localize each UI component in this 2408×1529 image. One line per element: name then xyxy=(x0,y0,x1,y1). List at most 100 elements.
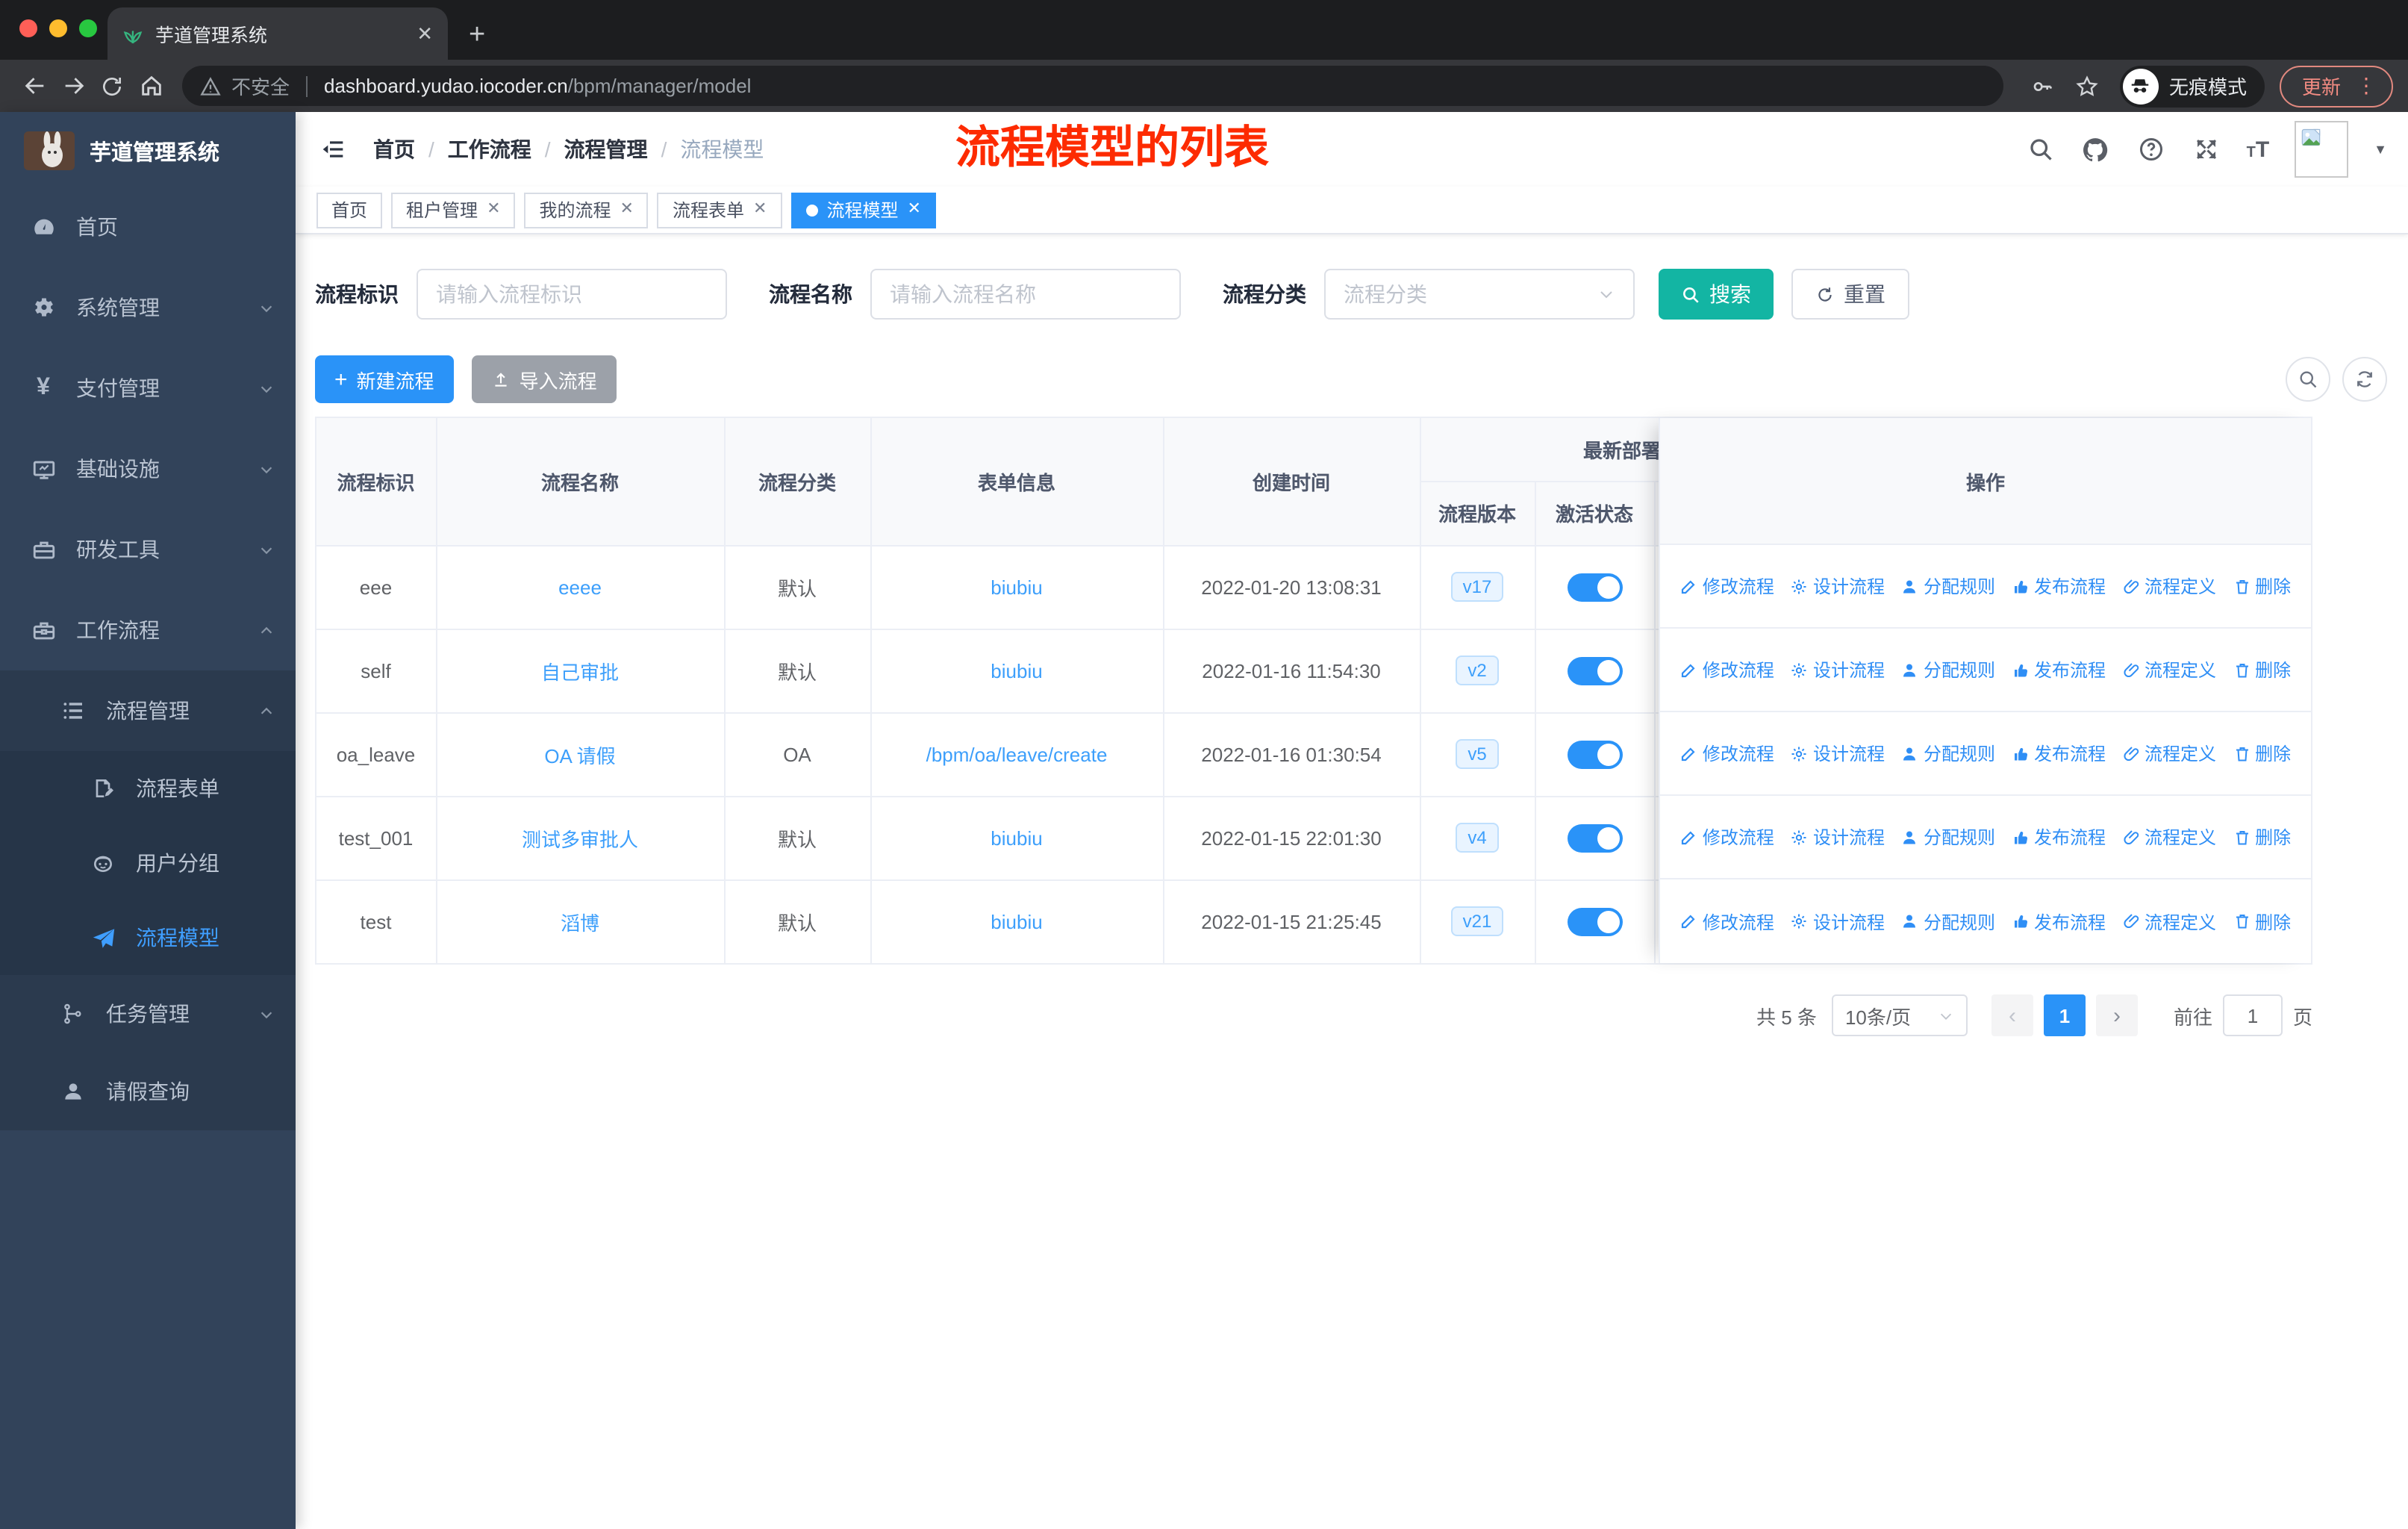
toggle-search-icon[interactable] xyxy=(2286,357,2330,402)
avatar[interactable] xyxy=(2295,121,2349,178)
sidebar-item-infra[interactable]: 基础设施 xyxy=(0,429,296,509)
active-toggle[interactable] xyxy=(1567,823,1622,852)
action-delete-link[interactable]: 删除 xyxy=(2233,657,2291,682)
action-assign-link[interactable]: 分配规则 xyxy=(1901,824,1995,850)
process-id-input[interactable] xyxy=(436,282,708,306)
form-info-link[interactable]: biubiu xyxy=(991,576,1042,598)
minimize-window-button[interactable] xyxy=(49,19,67,37)
process-name-link[interactable]: 测试多审批人 xyxy=(522,828,638,850)
action-definition-link[interactable]: 流程定义 xyxy=(2122,573,2216,599)
bookmark-star-icon[interactable] xyxy=(2069,68,2105,104)
help-icon[interactable] xyxy=(2136,134,2166,164)
active-toggle[interactable] xyxy=(1567,573,1622,601)
sidebar-item-user-group[interactable]: 用户分组 xyxy=(0,826,296,900)
action-design-link[interactable]: 设计流程 xyxy=(1791,909,1885,934)
breadcrumb-process-mgmt[interactable]: 流程管理 xyxy=(564,134,648,164)
sidebar-item-process-form[interactable]: 流程表单 xyxy=(0,751,296,826)
fullscreen-icon[interactable] xyxy=(2192,134,2221,164)
action-edit-link[interactable]: 修改流程 xyxy=(1680,909,1774,934)
sidebar-item-payment[interactable]: ¥ 支付管理 xyxy=(0,348,296,429)
github-icon[interactable] xyxy=(2081,134,2111,164)
action-definition-link[interactable]: 流程定义 xyxy=(2122,909,2216,934)
tag-process-model[interactable]: 流程模型 ✕ xyxy=(790,192,936,228)
refresh-icon[interactable] xyxy=(2342,357,2387,402)
breadcrumb-home[interactable]: 首页 xyxy=(373,134,415,164)
action-publish-link[interactable]: 发布流程 xyxy=(2012,909,2106,934)
action-edit-link[interactable]: 修改流程 xyxy=(1680,741,1774,766)
home-icon[interactable] xyxy=(131,66,170,105)
action-publish-link[interactable]: 发布流程 xyxy=(2012,824,2106,850)
sidebar-item-task-mgmt[interactable]: 任务管理 xyxy=(0,975,296,1053)
process-name-input[interactable] xyxy=(890,282,1161,306)
address-bar[interactable]: 不安全 dashboard.yudao.iocoder.cn/bpm/manag… xyxy=(182,66,2003,106)
form-info-link[interactable]: biubiu xyxy=(991,659,1042,682)
sidebar-collapse-icon[interactable] xyxy=(316,133,349,166)
tag-home[interactable]: 首页 xyxy=(316,192,383,228)
action-delete-link[interactable]: 删除 xyxy=(2233,909,2291,934)
sidebar-item-devtools[interactable]: 研发工具 xyxy=(0,509,296,590)
form-info-link[interactable]: biubiu xyxy=(991,826,1042,849)
tag-process-form[interactable]: 流程表单 ✕ xyxy=(657,192,782,228)
page-number-1[interactable]: 1 xyxy=(2043,994,2086,1036)
action-assign-link[interactable]: 分配规则 xyxy=(1901,573,1995,599)
back-icon[interactable] xyxy=(15,66,54,105)
action-delete-link[interactable]: 删除 xyxy=(2233,824,2291,850)
tag-tenant[interactable]: 租户管理 ✕ xyxy=(391,192,516,228)
breadcrumb-workflow[interactable]: 工作流程 xyxy=(448,134,531,164)
search-icon[interactable] xyxy=(2026,134,2056,164)
action-publish-link[interactable]: 发布流程 xyxy=(2012,657,2106,682)
action-publish-link[interactable]: 发布流程 xyxy=(2012,573,2106,599)
tab-close-icon[interactable]: ✕ xyxy=(417,22,433,46)
sidebar-item-process-mgmt[interactable]: 流程管理 xyxy=(0,670,296,751)
action-design-link[interactable]: 设计流程 xyxy=(1791,573,1885,599)
action-design-link[interactable]: 设计流程 xyxy=(1791,824,1885,850)
sidebar-item-home[interactable]: 首页 xyxy=(0,187,296,267)
form-info-link[interactable]: biubiu xyxy=(991,911,1042,933)
active-toggle[interactable] xyxy=(1567,740,1622,768)
action-delete-link[interactable]: 删除 xyxy=(2233,573,2291,599)
action-edit-link[interactable]: 修改流程 xyxy=(1680,657,1774,682)
tag-close-icon[interactable]: ✕ xyxy=(620,201,634,218)
process-name-link[interactable]: 自己审批 xyxy=(541,661,619,683)
create-process-button[interactable]: + 新建流程 xyxy=(315,355,454,403)
action-definition-link[interactable]: 流程定义 xyxy=(2122,741,2216,766)
tag-my-process[interactable]: 我的流程 ✕ xyxy=(524,192,649,228)
action-definition-link[interactable]: 流程定义 xyxy=(2122,824,2216,850)
active-toggle[interactable] xyxy=(1567,907,1622,936)
tag-close-icon[interactable]: ✕ xyxy=(753,201,767,218)
process-name-link[interactable]: 滔博 xyxy=(561,912,599,935)
forward-icon[interactable] xyxy=(54,66,93,105)
browser-update-button[interactable]: 更新 ⋮ xyxy=(2279,65,2393,107)
goto-page-input[interactable] xyxy=(2222,994,2283,1036)
window-controls[interactable] xyxy=(19,19,97,37)
action-definition-link[interactable]: 流程定义 xyxy=(2122,657,2216,682)
sidebar-item-system[interactable]: 系统管理 xyxy=(0,267,296,348)
action-design-link[interactable]: 设计流程 xyxy=(1791,657,1885,682)
reset-button[interactable]: 重置 xyxy=(1791,269,1909,320)
browser-tab[interactable]: 芋道管理系统 ✕ xyxy=(107,7,448,60)
action-publish-link[interactable]: 发布流程 xyxy=(2012,741,2106,766)
process-name-link[interactable]: OA 请假 xyxy=(544,744,615,767)
avatar-caret-icon[interactable]: ▼ xyxy=(2374,142,2387,157)
reload-icon[interactable] xyxy=(93,66,131,105)
active-toggle[interactable] xyxy=(1567,656,1622,685)
action-assign-link[interactable]: 分配规则 xyxy=(1901,657,1995,682)
new-tab-button[interactable]: + xyxy=(469,21,485,49)
browser-menu-icon[interactable]: ⋮ xyxy=(2356,73,2377,99)
font-size-icon[interactable]: TT xyxy=(2247,137,2270,162)
sidebar-item-leave-query[interactable]: 请假查询 xyxy=(0,1053,296,1130)
action-assign-link[interactable]: 分配规则 xyxy=(1901,741,1995,766)
process-name-link[interactable]: eeee xyxy=(558,576,602,598)
page-size-select[interactable]: 10条/页 xyxy=(1831,994,1968,1036)
tag-close-icon[interactable]: ✕ xyxy=(907,201,920,218)
action-edit-link[interactable]: 修改流程 xyxy=(1680,824,1774,850)
prev-page-button[interactable]: ‹ xyxy=(1991,994,2033,1036)
sidebar-item-workflow[interactable]: 工作流程 xyxy=(0,590,296,670)
search-button[interactable]: 搜索 xyxy=(1659,269,1774,320)
sidebar-item-process-model[interactable]: 流程模型 xyxy=(0,900,296,975)
action-assign-link[interactable]: 分配规则 xyxy=(1901,909,1995,934)
form-info-link[interactable]: /bpm/oa/leave/create xyxy=(926,743,1108,765)
action-design-link[interactable]: 设计流程 xyxy=(1791,741,1885,766)
close-window-button[interactable] xyxy=(19,19,37,37)
category-select[interactable]: 流程分类 xyxy=(1324,269,1635,320)
